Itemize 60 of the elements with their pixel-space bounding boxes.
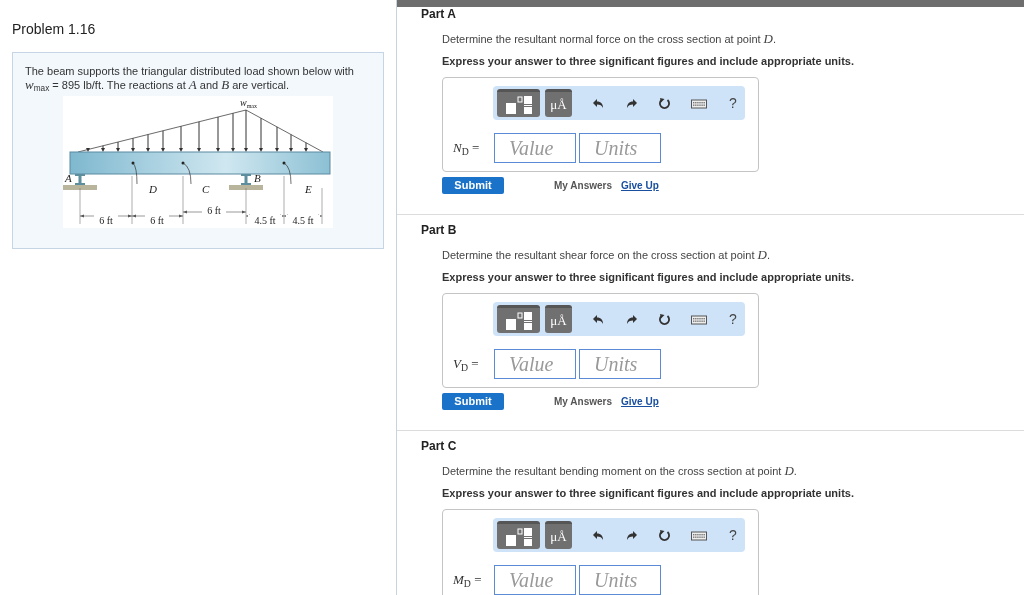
units-field[interactable]: Units	[579, 565, 661, 595]
my-answers-label: My Answers	[554, 179, 612, 193]
reset-icon[interactable]	[658, 312, 671, 326]
keyboard-icon[interactable]	[691, 96, 707, 110]
reset-icon[interactable]	[658, 96, 671, 110]
problem-title: Problem 1.16	[12, 20, 97, 38]
redo-icon[interactable]	[625, 312, 638, 326]
submit-button[interactable]: Submit	[442, 177, 504, 194]
value-field[interactable]: Value	[494, 565, 576, 595]
instruction-text: Express your answer to three significant figures and include appropriate units.	[442, 270, 855, 284]
instruction-text: Express your answer to three significant figures and include appropriate units.	[442, 54, 855, 68]
value-field[interactable]: Value	[494, 349, 576, 379]
keyboard-icon[interactable]	[691, 528, 707, 542]
section-pointer	[282, 161, 292, 185]
support-drawing	[229, 174, 263, 190]
point-label: C	[202, 183, 210, 195]
variable-label: M$_{D}$ =	[453, 571, 483, 590]
point-label: A	[65, 172, 72, 184]
part-title: Part A	[421, 7, 457, 21]
point-label: D	[149, 183, 157, 195]
templates-button[interactable]	[497, 305, 540, 333]
part-title: Part C	[421, 439, 458, 453]
dimension-label: 6 ft	[150, 215, 164, 226]
question-text: Determine the resultant normal force on the cross section at point D.	[442, 32, 778, 46]
help-button[interactable]: ?	[729, 308, 737, 330]
part-title: Part B	[421, 223, 458, 237]
units-button[interactable]: μÅ	[545, 89, 572, 117]
value-field[interactable]: Value	[494, 133, 576, 163]
dimension-label: 6 ft	[99, 215, 113, 226]
dimension-label: 4.5 ft	[254, 215, 276, 226]
question-text: Determine the resultant bending moment on the cross section at point D.	[442, 464, 798, 478]
redo-icon[interactable]	[625, 96, 638, 110]
dimension-label: 4.5 ft	[292, 215, 314, 226]
section-pointer	[181, 161, 192, 185]
give-up-link[interactable]: Give Up	[621, 178, 659, 193]
units-field[interactable]: Units	[579, 133, 661, 163]
templates-button[interactable]	[497, 89, 540, 117]
reset-icon[interactable]	[658, 528, 671, 542]
point-label: E	[305, 183, 312, 195]
dimension-label: 6 ft	[207, 205, 221, 216]
help-button[interactable]: ?	[729, 524, 737, 546]
my-answers-label: My Answers	[554, 395, 612, 409]
units-button[interactable]: μÅ	[545, 521, 572, 549]
redo-icon[interactable]	[625, 528, 638, 542]
submit-button[interactable]: Submit	[442, 393, 504, 410]
problem-statement: The beam supports the triangular distributed load shown below with w$_{max}$ = 895 lb/ft. The reactions at A and B are vertical.	[25, 64, 355, 92]
variable-label: N$_{D}$ =	[453, 139, 481, 158]
help-button[interactable]: ?	[729, 92, 737, 114]
load-label: w$_{max}$	[240, 97, 257, 109]
point-label: B	[254, 172, 261, 184]
instruction-text: Express your answer to three significant figures and include appropriate units.	[442, 486, 855, 500]
units-field[interactable]: Units	[579, 349, 661, 379]
question-text: Determine the resultant shear force on the cross section at point D.	[442, 248, 771, 262]
templates-button[interactable]	[497, 521, 540, 549]
support-drawing	[63, 174, 97, 190]
give-up-link[interactable]: Give Up	[621, 394, 659, 409]
variable-label: V$_{D}$ =	[453, 355, 480, 374]
keyboard-icon[interactable]	[691, 312, 707, 326]
section-pointer	[131, 161, 138, 185]
units-button[interactable]: μÅ	[545, 305, 572, 333]
